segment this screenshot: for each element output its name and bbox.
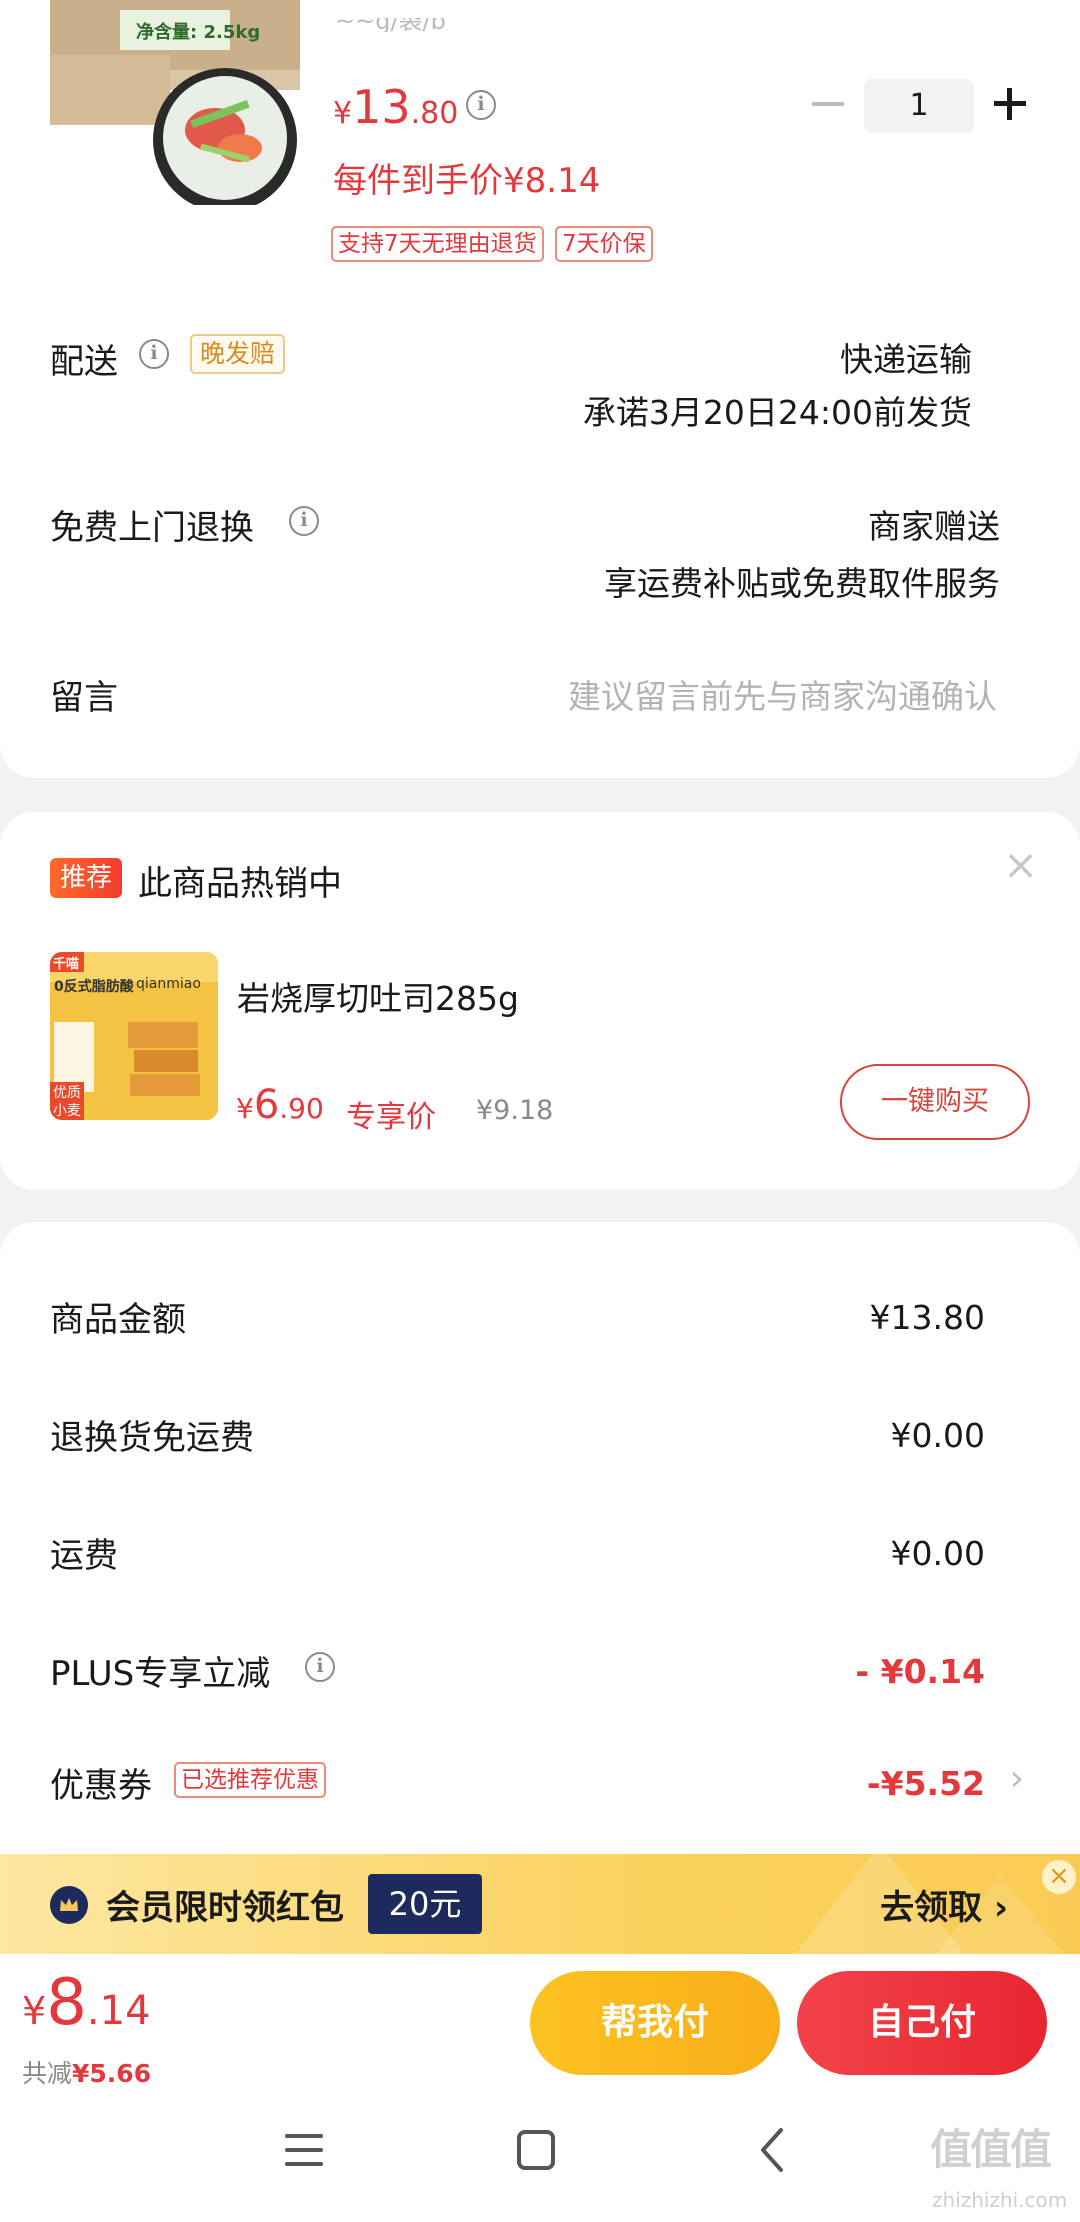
home-icon[interactable]: [517, 2130, 555, 2170]
tag-return-7days: 支持7天无理由退货: [331, 226, 544, 262]
package-weight: 净含量: 2.5kg: [136, 22, 261, 43]
return-info-icon[interactable]: i: [289, 506, 319, 536]
plus-icon[interactable]: [994, 88, 1026, 120]
plus-discount-value: - ¥0.14: [855, 1652, 985, 1691]
coupon-recommended-tag: 已选推荐优惠: [174, 1762, 326, 1798]
recommend-card: 推荐 此商品热销中 × 千喵 0反式脂肪酸 qianmiao 优质 小麦 岩烧厚…: [0, 812, 1080, 1190]
chevron-right-icon[interactable]: ›: [1010, 1758, 1024, 1799]
watermark-text: zhizhizhi.com: [932, 2188, 1068, 2212]
recommend-title: 此商品热销中: [138, 864, 342, 904]
order-item-card: 净含量: 2.5kg ~~g/袋/b ¥13.80 i 每件到手价¥8.14 1…: [0, 0, 1080, 778]
plus-info-icon[interactable]: i: [305, 1652, 335, 1682]
image-text-wheat: 小麦: [53, 1103, 81, 1119]
return-provider: 商家赠送: [868, 507, 1000, 546]
shipping-fee-label: 运费: [50, 1536, 118, 1576]
delivery-info-icon[interactable]: i: [139, 339, 169, 369]
message-label: 留言: [50, 678, 118, 718]
delivery-label: 配送: [50, 342, 118, 382]
price-info-icon[interactable]: i: [466, 90, 496, 120]
system-navigation-bar: 值值值 zhizhizhi.com: [0, 2092, 1080, 2222]
unit-price: 每件到手价¥8.14: [333, 161, 601, 201]
minus-icon[interactable]: [812, 102, 844, 106]
exclusive-price-tag: 专享价: [346, 1100, 436, 1135]
banner-text: 会员限时领红包: [106, 1888, 344, 1928]
product-image[interactable]: 净含量: 2.5kg: [50, 0, 300, 205]
late-compensation-tag: 晚发赔: [190, 334, 286, 374]
one-click-buy-button[interactable]: 一键购买: [840, 1064, 1030, 1140]
close-icon[interactable]: ×: [1003, 840, 1038, 889]
image-text-trans-fat: 0反式脂肪酸: [54, 979, 134, 995]
recommend-badge: 推荐: [50, 858, 122, 898]
tag-price-protect: 7天价保: [555, 226, 653, 262]
total-price: ¥8.14: [22, 1966, 151, 2040]
banner-amount: 20元: [368, 1874, 482, 1934]
goods-amount-value: ¥13.80: [869, 1298, 985, 1337]
product-price: ¥13.80: [333, 80, 459, 134]
return-freight-label: 退换货免运费: [50, 1418, 254, 1458]
plus-discount-label: PLUS专享立减: [50, 1654, 271, 1694]
recommend-price: ¥6.90: [236, 1082, 324, 1128]
total-saved: 共减¥5.66: [22, 2059, 152, 2088]
banner-close-icon[interactable]: ×: [1042, 1860, 1076, 1894]
checkout-bar: ¥8.14 共减¥5.66 帮我付 自己付: [0, 1954, 1080, 2092]
quantity-field[interactable]: 1: [864, 79, 974, 133]
help-me-pay-button[interactable]: 帮我付: [530, 1971, 780, 2075]
original-price: ¥9.18: [476, 1095, 554, 1126]
coupon-value[interactable]: -¥5.52: [867, 1764, 985, 1803]
crown-icon: [50, 1886, 88, 1924]
shipping-fee-value: ¥0.00: [890, 1534, 985, 1573]
back-icon[interactable]: [753, 2126, 793, 2174]
message-input[interactable]: 建议留言前先与商家沟通确认: [568, 670, 997, 718]
return-freight-value: ¥0.00: [890, 1416, 985, 1455]
recommend-product-image[interactable]: 千喵 0反式脂肪酸 qianmiao 优质 小麦: [50, 952, 218, 1120]
return-desc: 享运费补贴或免费取件服务: [604, 564, 1000, 603]
pay-myself-button[interactable]: 自己付: [797, 1971, 1047, 2075]
delivery-method: 快递运输: [840, 340, 972, 379]
watermark-logo: 值值值: [930, 2125, 1052, 2174]
coupon-label: 优惠券: [50, 1766, 152, 1806]
return-service-label: 免费上门退换: [50, 508, 254, 548]
image-text-brand: qianmiao: [136, 976, 201, 992]
brand-logo-text: 千喵: [53, 957, 80, 972]
menu-icon[interactable]: [285, 2132, 323, 2168]
member-redpacket-banner[interactable]: 会员限时领红包 20元 去领取 › ×: [0, 1854, 1080, 1954]
image-text-quality: 优质: [53, 1085, 81, 1101]
goods-amount-label: 商品金额: [50, 1300, 186, 1340]
delivery-promise: 承诺3月20日24:00前发货: [582, 393, 972, 432]
product-title-fragment: ~~g/袋/b: [335, 18, 446, 32]
recommend-product-name[interactable]: 岩烧厚切吐司285g: [237, 972, 519, 1020]
claim-button[interactable]: 去领取 ›: [880, 1880, 1008, 1929]
